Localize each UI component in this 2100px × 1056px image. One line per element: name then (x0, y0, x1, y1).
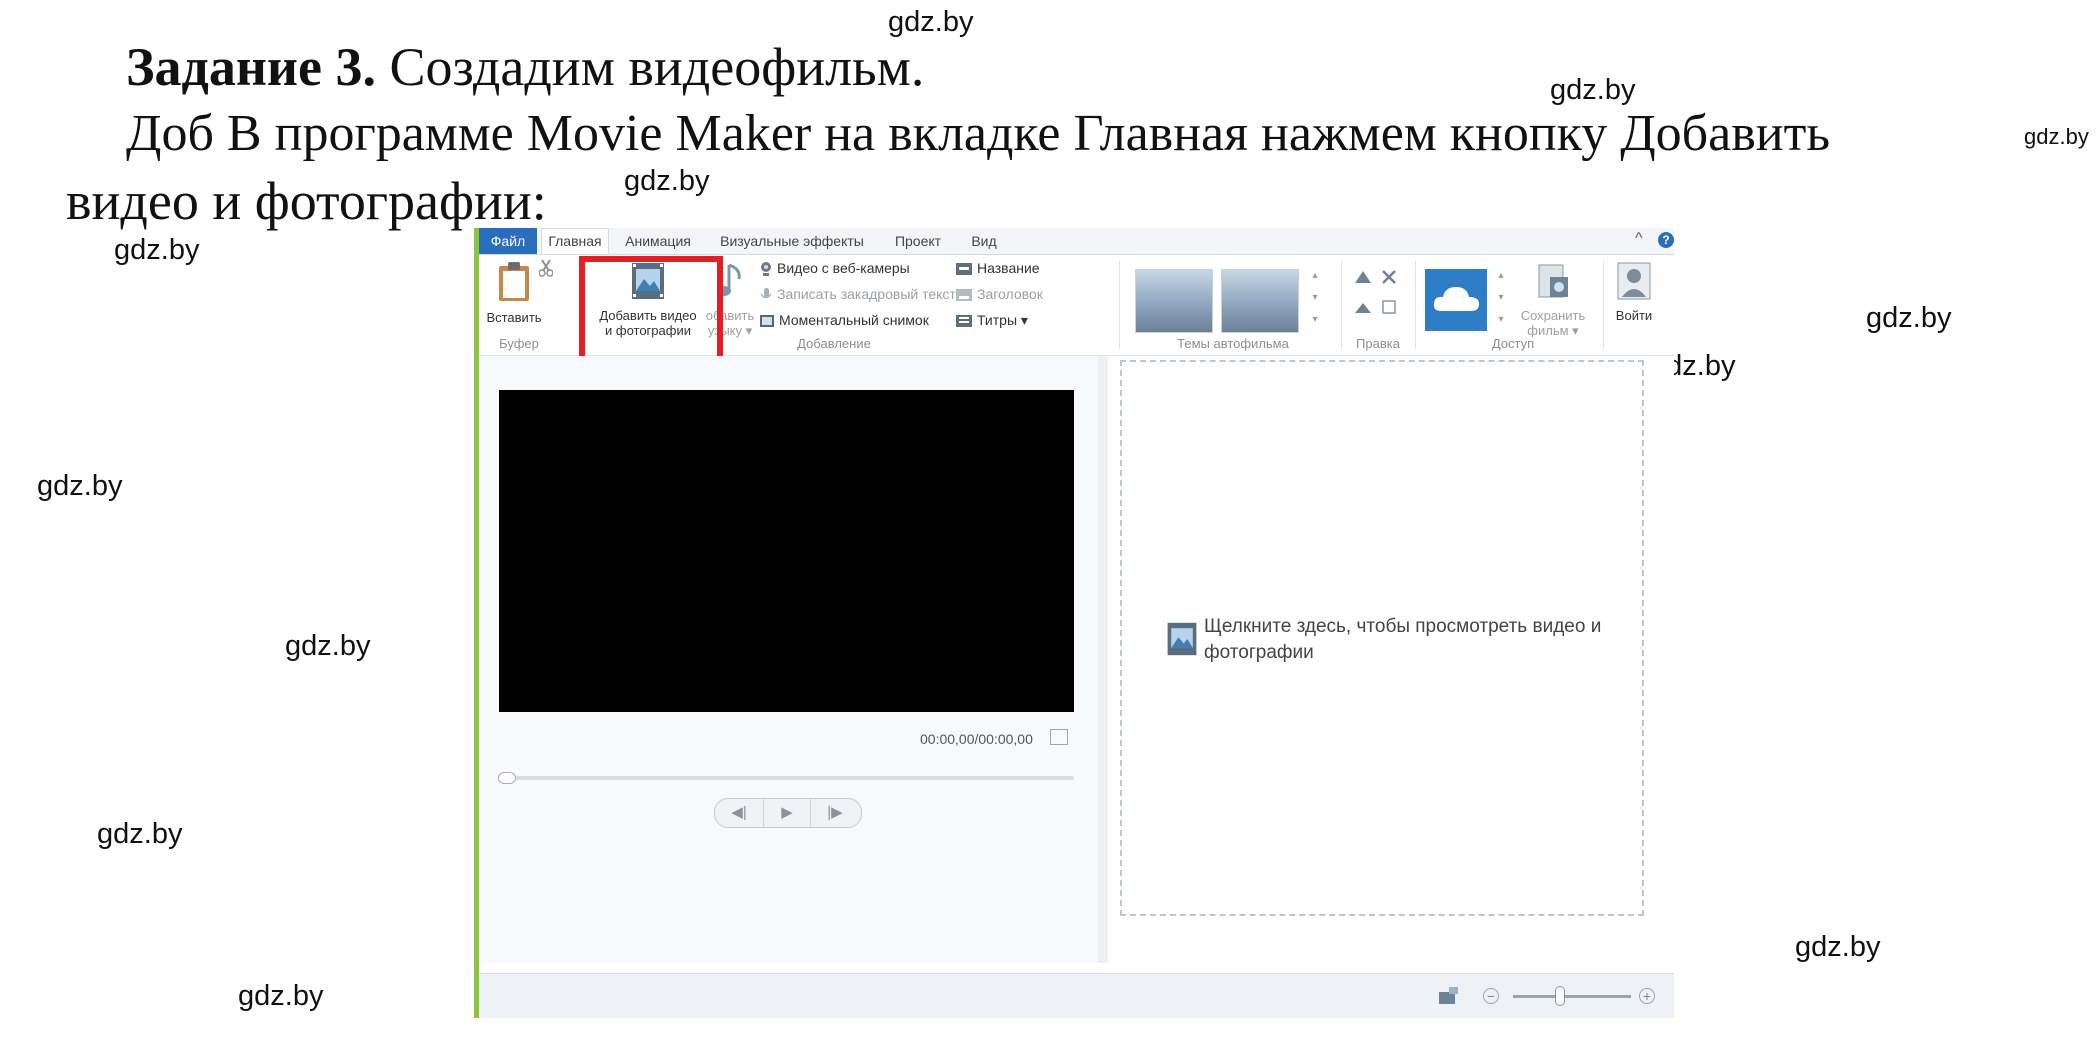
tab-visual-effects[interactable]: Визуальные эффекты (707, 228, 877, 254)
film-photo-icon (1167, 622, 1197, 656)
caption-label: Заголовок (977, 286, 1043, 302)
sign-in-button[interactable]: Войти (1609, 261, 1659, 323)
thumbnail-size-icon[interactable] (1437, 986, 1459, 1006)
credits-label: Титры ▾ (977, 312, 1028, 328)
video-preview-screen[interactable] (499, 390, 1074, 712)
ribbon-separator (1119, 261, 1120, 349)
task-paragraph-line2: видео и фотографии: (66, 171, 547, 231)
zoom-out-button[interactable]: − (1483, 988, 1499, 1004)
pane-splitter[interactable] (1098, 356, 1108, 963)
sign-in-label: Войти (1615, 308, 1653, 323)
tab-home[interactable]: Главная (541, 228, 609, 254)
title-label: Название (977, 260, 1040, 276)
group-edit-label: Правка (1356, 336, 1400, 351)
user-icon (1617, 262, 1651, 300)
task-heading: Задание 3. Создадим видеофильм. (126, 40, 924, 94)
task-paragraph-line1: Доб В программе Movie Maker на вкладке Г… (126, 105, 1831, 162)
zoom-in-button[interactable]: + (1639, 988, 1655, 1004)
theme-thumbnail[interactable] (1221, 269, 1299, 333)
group-share: ▴ ▾ ▾ Сохранить фильм ▾ Доступ Войти (1419, 255, 1667, 355)
task-title: Создадим видеофильм. (376, 37, 925, 97)
share-scroll[interactable]: ▴ ▾ ▾ (1495, 265, 1507, 333)
cloud-icon (1433, 287, 1479, 311)
watermark: gdz.by (2024, 124, 2089, 149)
microphone-icon (760, 288, 772, 299)
group-clipboard: Вставить Буфер (479, 255, 559, 355)
watermark: gdz.by (238, 980, 324, 1012)
group-add-label: Добавление (797, 336, 871, 351)
save-movie-label-1: Сохранить (1520, 308, 1586, 323)
storyboard-hint-line1: Щелкните здесь, чтобы просмотреть видео … (1204, 616, 1602, 637)
seek-bar[interactable] (499, 776, 1074, 780)
ribbon-separator (1415, 261, 1416, 349)
add-video-highlight-frame (579, 256, 723, 364)
snapshot-icon (760, 315, 774, 328)
watermark: gdz.by (37, 470, 123, 502)
next-frame-button[interactable]: |▶ (811, 799, 859, 827)
paste-label: Вставить (486, 310, 542, 325)
webcam-video-button[interactable]: Видео с веб-камеры (759, 257, 910, 279)
watermark: gdz.by (1550, 74, 1636, 106)
previous-frame-button[interactable]: ◀| (715, 799, 763, 827)
collapse-ribbon-icon[interactable]: ^ (1635, 230, 1643, 248)
group-clipboard-label: Буфер (499, 336, 539, 351)
help-icon[interactable]: ? (1658, 232, 1674, 248)
webcam-label: Видео с веб-камеры (777, 260, 910, 276)
save-movie-icon (1538, 264, 1568, 298)
tab-project[interactable]: Проект (881, 228, 955, 254)
watermark: gdz.by (114, 234, 200, 266)
fullscreen-icon[interactable] (1050, 729, 1068, 745)
select-all-icon[interactable] (1381, 299, 1397, 315)
paste-button[interactable]: Вставить (485, 261, 543, 325)
status-bar: − + (479, 973, 1674, 1018)
tab-view[interactable]: Вид (959, 228, 1009, 254)
save-movie-button[interactable]: Сохранить фильм ▾ (1513, 261, 1593, 338)
storyboard-pane[interactable]: Щелкните здесь, чтобы просмотреть видео … (1108, 356, 1674, 963)
watermark: gdz.by (888, 6, 974, 38)
playback-controls: ◀| ▶ |▶ (714, 798, 862, 828)
snapshot-label: Моментальный снимок (779, 312, 929, 328)
group-themes-label: Темы автофильма (1177, 336, 1289, 351)
group-edit: Правка (1345, 255, 1411, 355)
watermark: gdz.by (285, 630, 371, 662)
record-narration-button[interactable]: Записать закадровый текст ▾ (759, 283, 967, 305)
delete-icon[interactable] (1381, 269, 1397, 285)
theme-thumbnail[interactable] (1135, 269, 1213, 333)
watermark: gdz.by (1795, 931, 1881, 963)
group-themes: ▴ ▾ ▾ Темы автофильма (1127, 255, 1339, 355)
cut-icon[interactable] (539, 259, 553, 277)
caption-icon (956, 289, 972, 302)
rotate-left-icon[interactable] (1353, 269, 1373, 285)
zoom-slider-handle[interactable] (1555, 986, 1565, 1006)
snapshot-button[interactable]: Моментальный снимок (759, 309, 929, 331)
onedrive-button[interactable] (1425, 269, 1487, 331)
play-button[interactable]: ▶ (763, 799, 811, 827)
tab-animation[interactable]: Анимация (613, 228, 703, 254)
themes-scroll[interactable]: ▴ ▾ ▾ (1309, 265, 1321, 333)
watermark: gdz.by (624, 165, 710, 197)
watermark: gdz.by (1866, 302, 1952, 334)
tab-file[interactable]: Файл (479, 228, 537, 254)
clipboard-icon (499, 262, 529, 301)
storyboard-hint-line2: фотографии (1204, 642, 1314, 663)
credits-icon (956, 315, 972, 328)
movie-maker-window: Файл Главная Анимация Визуальные эффекты… (474, 228, 1674, 1018)
ribbon-tabs: Файл Главная Анимация Визуальные эффекты… (479, 228, 1674, 255)
zoom-slider[interactable] (1513, 995, 1631, 998)
rotate-right-icon[interactable] (1353, 299, 1373, 315)
title-button[interactable]: Название (955, 257, 1040, 279)
timecode-display: 00:00,00/00:00,00 (920, 731, 1033, 747)
title-icon (956, 263, 972, 276)
caption-button[interactable]: Заголовок (955, 283, 1043, 305)
storyboard-hint[interactable]: Щелкните здесь, чтобы просмотреть видео … (1204, 614, 1624, 666)
ribbon-separator (1603, 261, 1604, 349)
credits-button[interactable]: Титры ▾ (955, 309, 1028, 331)
watermark: gdz.by (97, 818, 183, 850)
ribbon-separator (1341, 261, 1342, 349)
task-label: Задание 3. (126, 37, 377, 97)
narration-label: Записать закадровый текст ▾ (777, 286, 967, 302)
seek-handle[interactable] (498, 772, 516, 784)
webcam-icon (761, 262, 771, 277)
group-share-label: Доступ (1491, 336, 1535, 351)
